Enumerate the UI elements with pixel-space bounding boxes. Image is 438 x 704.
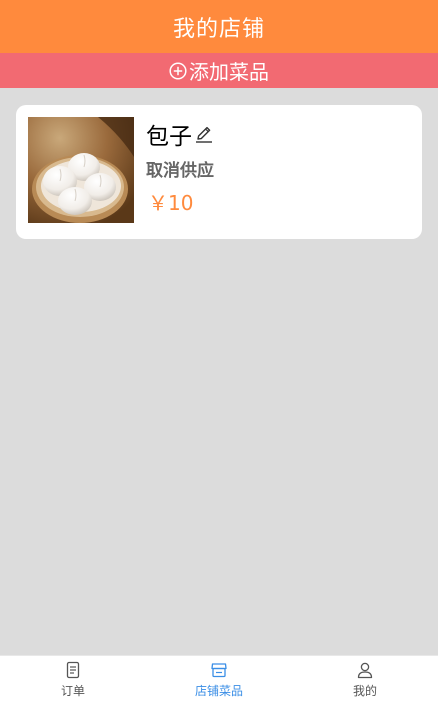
tab-orders-label: 订单 bbox=[60, 684, 85, 698]
tab-store-dishes[interactable]: 店铺菜品 bbox=[146, 656, 292, 704]
add-dish-button[interactable]: 添加菜品 bbox=[0, 53, 438, 88]
tab-mine-label: 我的 bbox=[352, 684, 377, 698]
cancel-supply-button[interactable]: 取消供应 bbox=[146, 156, 214, 181]
tab-mine[interactable]: 我的 bbox=[292, 656, 438, 704]
dish-price: ￥10 bbox=[148, 191, 194, 215]
dish-card: 包子 取消供应 ￥10 bbox=[16, 105, 422, 239]
store-icon bbox=[210, 661, 228, 679]
tab-store-dishes-label: 店铺菜品 bbox=[194, 684, 243, 698]
bottom-tab-bar: 订单 店铺菜品 我的 bbox=[0, 655, 438, 704]
document-icon bbox=[64, 661, 82, 679]
dish-name: 包子 bbox=[146, 124, 192, 150]
edit-pencil-icon[interactable] bbox=[194, 124, 214, 144]
add-circle-icon bbox=[169, 61, 187, 80]
page-title: 我的店铺 bbox=[172, 16, 265, 42]
add-dish-label: 添加菜品 bbox=[189, 60, 269, 84]
dish-name-row: 包子 bbox=[146, 119, 214, 150]
dish-image bbox=[28, 117, 134, 223]
tab-orders[interactable]: 订单 bbox=[0, 656, 146, 704]
page-header: 我的店铺 bbox=[0, 0, 438, 53]
user-icon bbox=[356, 661, 374, 679]
